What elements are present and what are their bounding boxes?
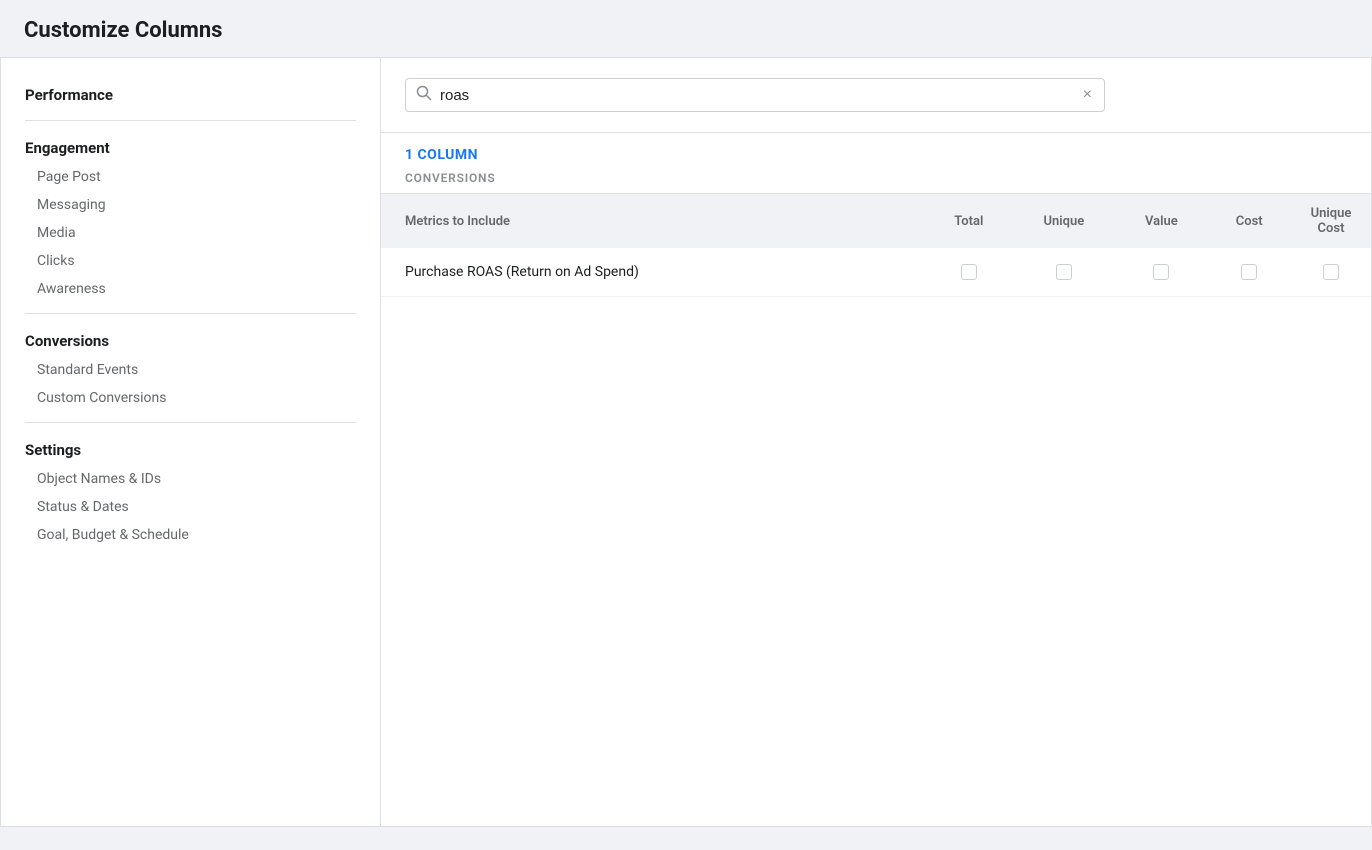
sidebar-section-performance[interactable]: Performance — [1, 78, 380, 110]
sidebar-section-conversions[interactable]: Conversions — [1, 324, 380, 356]
metric-total-cell — [926, 248, 1013, 297]
table-header-row: Metrics to Include Total Unique Value Co… — [381, 194, 1371, 248]
col-header-unique: Unique — [1012, 194, 1115, 248]
sidebar-item-page-post[interactable]: Page Post — [1, 163, 380, 191]
sidebar-item-messaging[interactable]: Messaging — [1, 191, 380, 219]
divider-performance — [25, 120, 356, 121]
sidebar-item-awareness[interactable]: Awareness — [1, 275, 380, 303]
metric-unique-cell — [1012, 248, 1115, 297]
section-label: CONVERSIONS — [405, 171, 1347, 185]
col-header-value: Value — [1115, 194, 1207, 248]
page-title: Customize Columns — [24, 18, 1348, 43]
divider-engagement — [25, 313, 356, 314]
metric-unique-cost-cell — [1291, 248, 1371, 297]
search-clear-button[interactable]: × — [1081, 87, 1094, 103]
metric-value-cell — [1115, 248, 1207, 297]
sidebar: Performance Engagement Page Post Messagi… — [1, 58, 381, 826]
checkbox-total[interactable] — [961, 264, 977, 280]
page-header: Customize Columns — [0, 0, 1372, 57]
checkbox-unique-cost[interactable] — [1323, 264, 1339, 280]
table-row: Purchase ROAS (Return on Ad Spend) — [381, 248, 1371, 297]
sidebar-section-settings[interactable]: Settings — [1, 433, 380, 465]
main-container: Performance Engagement Page Post Messagi… — [0, 57, 1372, 827]
sidebar-item-media[interactable]: Media — [1, 219, 380, 247]
sidebar-item-clicks[interactable]: Clicks — [1, 247, 380, 275]
sidebar-item-standard-events[interactable]: Standard Events — [1, 356, 380, 384]
col-header-total: Total — [926, 194, 1013, 248]
sidebar-item-goal-budget-schedule[interactable]: Goal, Budget & Schedule — [1, 521, 380, 549]
sidebar-item-object-names-ids[interactable]: Object Names & IDs — [1, 465, 380, 493]
content-panel: × 1 COLUMN CONVERSIONS Metrics to Includ… — [381, 58, 1371, 826]
checkbox-unique[interactable] — [1056, 264, 1072, 280]
search-icon — [416, 85, 432, 105]
sidebar-item-status-dates[interactable]: Status & Dates — [1, 493, 380, 521]
metrics-table: Metrics to Include Total Unique Value Co… — [381, 194, 1371, 297]
search-bar-area: × — [381, 58, 1371, 133]
metric-cost-cell — [1207, 248, 1291, 297]
metric-name-purchase-roas: Purchase ROAS (Return on Ad Spend) — [381, 248, 926, 297]
column-count-label: 1 COLUMN — [405, 147, 1347, 163]
results-header: 1 COLUMN CONVERSIONS — [381, 133, 1371, 194]
checkbox-value[interactable] — [1153, 264, 1169, 280]
search-wrapper: × — [405, 78, 1105, 112]
col-header-name: Metrics to Include — [381, 194, 926, 248]
divider-conversions — [25, 422, 356, 423]
sidebar-section-engagement[interactable]: Engagement — [1, 131, 380, 163]
sidebar-item-custom-conversions[interactable]: Custom Conversions — [1, 384, 380, 412]
col-header-cost: Cost — [1207, 194, 1291, 248]
checkbox-cost[interactable] — [1241, 264, 1257, 280]
col-header-unique-cost: Unique Cost — [1291, 194, 1371, 248]
search-input[interactable] — [440, 87, 1081, 104]
